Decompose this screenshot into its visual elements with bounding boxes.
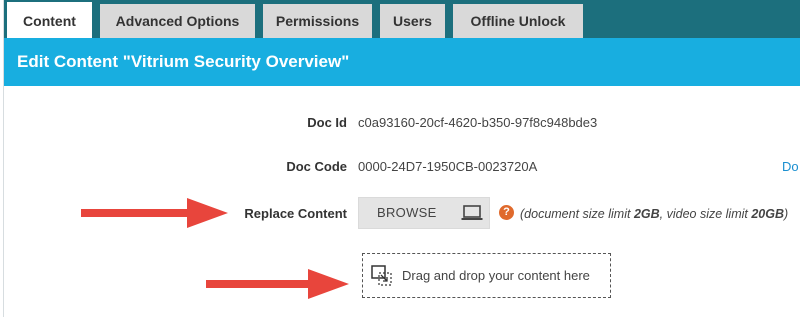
doc-code-value: 0000-24D7-1950CB-0023720A [358, 159, 538, 174]
tab-users[interactable]: Users [380, 4, 445, 38]
browse-button[interactable]: BROWSE [358, 197, 490, 229]
drag-drop-icon [371, 265, 393, 292]
browse-button-label: BROWSE [377, 205, 437, 220]
tab-advanced-options[interactable]: Advanced Options [100, 4, 255, 38]
doc-link-truncated[interactable]: Do [782, 159, 799, 174]
drop-zone[interactable]: Drag and drop your content here [362, 253, 611, 298]
doc-id-label: Doc Id [307, 115, 347, 130]
tab-bar: Content Advanced Options Permissions Use… [4, 0, 800, 38]
drop-zone-text: Drag and drop your content here [402, 268, 590, 283]
help-icon[interactable]: ? [499, 205, 514, 220]
red-arrow-icon [206, 269, 349, 299]
page-title: Edit Content "Vitrium Security Overview" [17, 52, 350, 71]
tab-content[interactable]: Content [7, 2, 92, 38]
doc-code-label: Doc Code [286, 159, 347, 174]
laptop-icon [461, 205, 483, 226]
size-limit-note: (document size limit 2GB, video size lim… [520, 207, 789, 221]
edit-content-header: Edit Content "Vitrium Security Overview" [4, 38, 800, 86]
replace-content-label: Replace Content [244, 206, 347, 221]
app-frame: Content Advanced Options Permissions Use… [3, 0, 800, 317]
tab-offline-unlock[interactable]: Offline Unlock [453, 4, 583, 38]
red-arrow-icon [81, 198, 228, 228]
tab-permissions[interactable]: Permissions [263, 4, 372, 38]
doc-id-value: c0a93160-20cf-4620-b350-97f8c948bde3 [358, 115, 598, 130]
